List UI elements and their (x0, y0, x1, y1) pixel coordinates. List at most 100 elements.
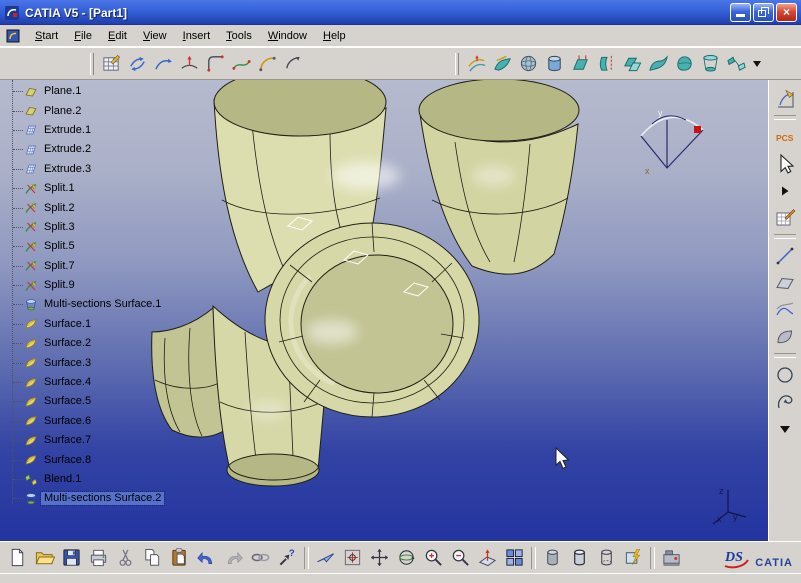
tree-item-label[interactable]: Extrude.2 (41, 143, 94, 156)
pcs-icon[interactable]: PCS (771, 123, 799, 150)
sphere-surface-icon[interactable] (515, 51, 541, 77)
cylinder-surface-icon[interactable] (541, 51, 567, 77)
tree-item-label[interactable]: Surface.2 (41, 337, 94, 350)
tree-item[interactable]: Split.2 (2, 198, 232, 217)
offset-curve-icon[interactable] (463, 51, 489, 77)
document-window-icon[interactable] (5, 28, 21, 44)
tree-item[interactable]: Surface.4 (2, 373, 232, 392)
blend-surface-icon[interactable] (723, 51, 749, 77)
multi-sections-surface-icon[interactable] (697, 51, 723, 77)
corner-icon[interactable] (202, 51, 228, 77)
tree-item[interactable]: Surface.2 (2, 334, 232, 353)
extrude-surface-icon[interactable] (567, 51, 593, 77)
plane-icon[interactable] (771, 269, 799, 296)
undo-icon[interactable] (193, 544, 220, 571)
viewport-3d[interactable]: x y z x y Plane.1 Plane.2 Extrude.1 Extrude… (0, 80, 768, 541)
tree-item-label[interactable]: Split.1 (41, 182, 78, 195)
menu-help[interactable]: Help (315, 27, 354, 45)
tree-item[interactable]: Extrude.1 (2, 121, 232, 140)
tree-item[interactable]: Multi-sections Surface.1 (2, 295, 232, 314)
offset-surface-icon[interactable] (619, 51, 645, 77)
circle-arc-icon[interactable] (254, 51, 280, 77)
tree-item-label[interactable]: Multi-sections Surface.2 (39, 491, 166, 507)
swept-surface-icon[interactable] (645, 51, 671, 77)
compass-manipulation-handle[interactable] (694, 126, 701, 133)
tree-item[interactable]: Multi-sections Surface.2 (2, 489, 232, 508)
line-icon[interactable] (771, 242, 799, 269)
exchange-arrows-icon[interactable] (124, 51, 150, 77)
tree-item-label[interactable]: Split.9 (41, 279, 78, 292)
open-icon[interactable] (31, 544, 58, 571)
tree-item-label[interactable]: Split.2 (41, 202, 78, 215)
combined-curves-icon[interactable] (771, 296, 799, 323)
toolbar-overflow-icon[interactable] (753, 60, 761, 67)
revolve-surface-icon[interactable] (593, 51, 619, 77)
sketch-grid-icon[interactable] (98, 51, 124, 77)
circle-icon[interactable] (771, 361, 799, 388)
apply-material-icon[interactable] (620, 544, 647, 571)
tree-item-label[interactable]: Surface.8 (41, 454, 94, 467)
tree-item-label[interactable]: Surface.3 (41, 357, 94, 370)
tree-item[interactable]: Split.5 (2, 237, 232, 256)
tree-item[interactable]: Surface.8 (2, 450, 232, 469)
fly-mode-icon[interactable] (312, 544, 339, 571)
normal-view-icon[interactable] (474, 544, 501, 571)
tree-item-label[interactable]: Split.7 (41, 260, 78, 273)
minimize-button[interactable] (730, 3, 751, 22)
swept-curve-icon[interactable] (489, 51, 515, 77)
tree-item[interactable]: Split.9 (2, 276, 232, 295)
tree-item-label[interactable]: Extrude.1 (41, 124, 94, 137)
tree-item[interactable]: Surface.5 (2, 392, 232, 411)
tree-item-label[interactable]: Blend.1 (41, 473, 84, 486)
toolbar-handle[interactable] (455, 52, 459, 75)
toolbar-handle[interactable] (90, 52, 94, 75)
tree-item-label[interactable]: Surface.5 (41, 395, 94, 408)
cut-icon[interactable] (112, 544, 139, 571)
surface-patch-icon[interactable] (771, 323, 799, 350)
redo-icon[interactable] (220, 544, 247, 571)
tree-item-label[interactable]: Plane.1 (41, 85, 84, 98)
tree-item[interactable]: Plane.1 (2, 82, 232, 101)
print-icon[interactable] (85, 544, 112, 571)
projection-curve-icon[interactable] (150, 51, 176, 77)
rotate-icon[interactable] (393, 544, 420, 571)
pan-icon[interactable] (366, 544, 393, 571)
menu-window[interactable]: Window (260, 27, 315, 45)
connect-curve-icon[interactable] (228, 51, 254, 77)
specification-tree[interactable]: Plane.1 Plane.2 Extrude.1 Extrude.2 Extrude.… (2, 80, 232, 509)
restore-button[interactable] (753, 3, 774, 22)
tree-item[interactable]: Surface.1 (2, 315, 232, 334)
more-tools-icon[interactable] (771, 415, 799, 442)
tree-item[interactable]: Extrude.2 (2, 140, 232, 159)
tree-item[interactable]: Surface.7 (2, 431, 232, 450)
close-button[interactable]: × (776, 3, 797, 22)
zoom-out-icon[interactable] (447, 544, 474, 571)
tree-item[interactable]: Plane.2 (2, 101, 232, 120)
sketcher-icon[interactable] (771, 85, 799, 112)
fill-surface-icon[interactable] (671, 51, 697, 77)
tree-item-label[interactable]: Surface.6 (41, 415, 94, 428)
shaded-edges-view-icon[interactable] (566, 544, 593, 571)
flyout-arrow-icon[interactable] (771, 177, 799, 204)
paste-icon[interactable] (166, 544, 193, 571)
menu-edit[interactable]: Edit (100, 27, 135, 45)
tree-item-label[interactable]: Plane.2 (41, 105, 84, 118)
menu-view[interactable]: View (135, 27, 175, 45)
zoom-in-icon[interactable] (420, 544, 447, 571)
tree-item-label[interactable]: Multi-sections Surface.1 (41, 298, 164, 311)
helix-icon[interactable] (771, 388, 799, 415)
wireframe-view-icon[interactable] (593, 544, 620, 571)
tree-item-label[interactable]: Split.5 (41, 240, 78, 253)
menu-start[interactable]: Start (27, 27, 66, 45)
tree-item[interactable]: Surface.3 (2, 353, 232, 372)
conic-curve-icon[interactable] (280, 51, 306, 77)
shaded-view-icon[interactable] (539, 544, 566, 571)
new-document-icon[interactable] (4, 544, 31, 571)
copy-icon[interactable] (139, 544, 166, 571)
tree-item[interactable]: Surface.6 (2, 412, 232, 431)
intersection-curve-icon[interactable] (176, 51, 202, 77)
menu-insert[interactable]: Insert (175, 27, 219, 45)
fit-all-icon[interactable] (339, 544, 366, 571)
compass[interactable]: x y (640, 108, 704, 176)
tree-item-label[interactable]: Surface.7 (41, 434, 94, 447)
